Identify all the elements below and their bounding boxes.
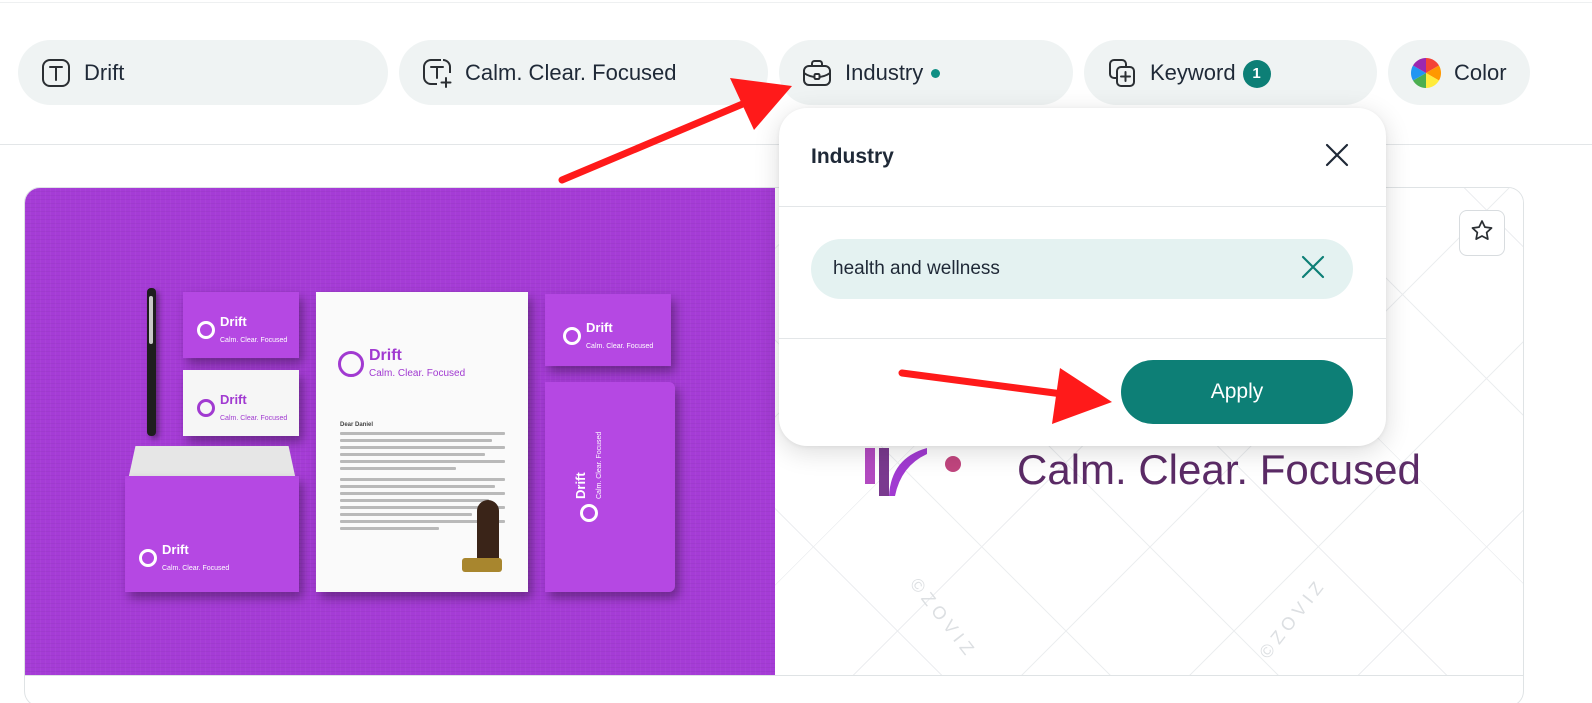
active-indicator-dot [931, 69, 941, 78]
filter-bar: Drift Calm. Clear. Focused Industry Keyw… [0, 40, 1592, 106]
chip-label: Industry [845, 59, 924, 85]
watermark: ©ZOVIZ [906, 574, 982, 663]
top-divider [0, 2, 1592, 3]
brand-logo-mark [865, 448, 965, 508]
chip-brand-name[interactable]: Drift [18, 40, 388, 105]
business-card-front: Drift Calm. Clear. Focused [183, 292, 299, 358]
industry-input-value: health and wellness [833, 258, 1000, 279]
clear-icon [1301, 255, 1325, 284]
chip-color[interactable]: Color [1388, 40, 1530, 105]
star-icon [1469, 218, 1495, 249]
chip-label: Calm. Clear. Focused [465, 59, 677, 85]
color-wheel-icon [1410, 57, 1442, 89]
chip-label: Keyword [1150, 59, 1236, 85]
business-card-back: Drift Calm. Clear. Focused [183, 370, 299, 436]
stationery-mockup-image: Drift Calm. Clear. Focused Drift Calm. Cle… [25, 188, 775, 676]
favorite-button[interactable] [1459, 210, 1505, 256]
chip-slogan[interactable]: Calm. Clear. Focused [399, 40, 768, 105]
folder-mockup: Drift Calm. Clear. Focused [545, 382, 675, 592]
popover-divider [779, 338, 1386, 339]
copy-add-icon [1106, 57, 1138, 89]
close-icon [1324, 142, 1350, 173]
briefcase-icon [801, 57, 833, 89]
popover-title: Industry [811, 145, 894, 168]
keyword-count-badge: 1 [1242, 59, 1271, 88]
industry-popover: Industry health and wellness Apply [779, 108, 1386, 446]
chip-label: Color [1454, 59, 1507, 85]
text-icon [40, 57, 72, 89]
clear-input-button[interactable] [1299, 255, 1327, 283]
card-footer-divider [25, 675, 1523, 676]
chip-keyword[interactable]: Keyword 1 [1084, 40, 1377, 105]
envelope-mockup: Drift Calm. Clear. Focused [125, 476, 299, 592]
popover-divider [779, 206, 1386, 207]
chip-industry[interactable]: Industry [779, 40, 1073, 105]
industry-input[interactable]: health and wellness [811, 239, 1353, 299]
apply-button[interactable]: Apply [1121, 360, 1353, 424]
close-button[interactable] [1323, 143, 1351, 171]
text-add-icon [421, 57, 453, 89]
watermark: ©ZOVIZ [1255, 574, 1331, 663]
card-top-right: Drift Calm. Clear. Focused [545, 294, 671, 366]
chip-label: Drift [84, 59, 125, 85]
logo-tagline-text: Calm. Clear. Focused [1017, 446, 1421, 493]
